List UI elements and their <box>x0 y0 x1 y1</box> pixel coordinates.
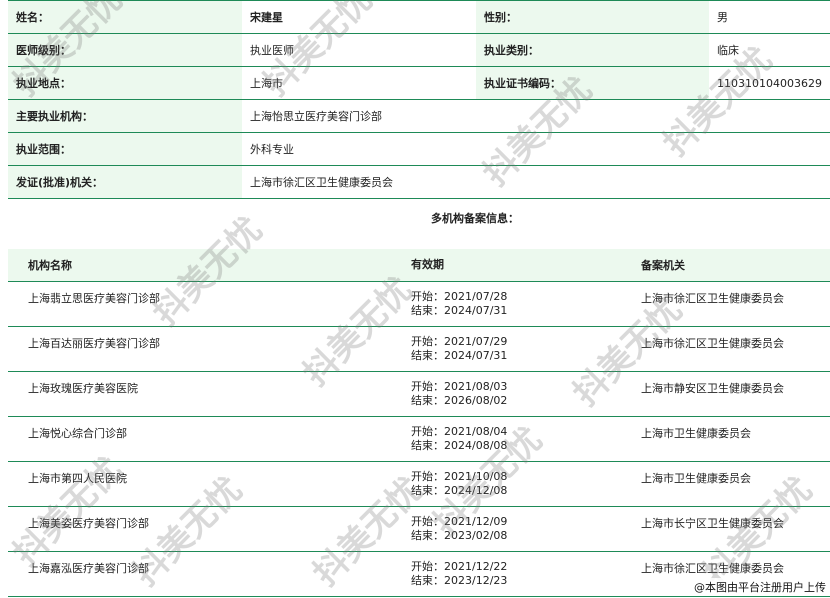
validity-end: 结束：2023/02/08 <box>411 529 508 542</box>
value-location: 上海市 <box>250 77 283 90</box>
table-row: 上海悦心综合门诊部 开始：2021/08/04 结束：2024/08/08 上海市卫生… <box>8 417 830 462</box>
info-row-issuer: 发证(批准)机关： 上海市徐汇区卫生健康委员会 <box>8 166 830 199</box>
value-category: 临床 <box>717 44 739 57</box>
validity-start: 开始：2021/07/28 <box>411 290 508 303</box>
validity: 开始：2021/07/28 结束：2024/07/31 <box>391 282 621 326</box>
authority: 上海市徐汇区卫生健康委员会 <box>641 337 784 350</box>
label-location: 执业地点： <box>8 67 242 99</box>
value-issuer: 上海市徐汇区卫生健康委员会 <box>250 176 393 189</box>
authority: 上海市徐汇区卫生健康委员会 <box>641 292 784 305</box>
validity: 开始：2021/10/08 结束：2024/12/08 <box>391 462 621 506</box>
org-name: 上海百达丽医疗美容门诊部 <box>28 337 160 350</box>
multi-org-table: 机构名称 有效期 备案机关 上海翡立思医疗美容门诊部 开始：2021/07/28 结… <box>8 249 830 597</box>
authority: 上海市静安区卫生健康委员会 <box>641 382 784 395</box>
authority: 上海市卫生健康委员会 <box>641 427 751 440</box>
value-main-org: 上海怡思立医疗美容门诊部 <box>250 110 382 123</box>
validity-end: 结束：2024/07/31 <box>411 304 508 317</box>
validity-end: 结束：2023/12/23 <box>411 574 508 587</box>
org-name: 上海玫瑰医疗美容医院 <box>28 382 138 395</box>
validity-end: 结束：2024/07/31 <box>411 349 508 362</box>
validity: 开始：2021/12/09 结束：2023/02/08 <box>391 507 621 551</box>
org-name: 上海翡立思医疗美容门诊部 <box>28 292 160 305</box>
validity: 开始：2021/07/29 结束：2024/07/31 <box>391 327 621 371</box>
value-cert-code: 110310104003629 <box>717 76 822 90</box>
org-name: 上海市第四人民医院 <box>28 472 127 485</box>
validity-end: 结束：2024/08/08 <box>411 439 508 452</box>
table-row: 上海百达丽医疗美容门诊部 开始：2021/07/29 结束：2024/07/31 上海… <box>8 327 830 372</box>
value-scope: 外科专业 <box>250 143 294 156</box>
info-row-level: 医师级别： 执业医师 执业类别： 临床 <box>8 34 830 67</box>
label-gender: 性别： <box>476 1 709 33</box>
info-row-scope: 执业范围： 外科专业 <box>8 133 830 166</box>
validity-start: 开始：2021/10/08 <box>411 470 508 483</box>
validity-end: 结束：2026/08/02 <box>411 394 508 407</box>
footer-note: @本图由平台注册用户上传 <box>692 578 828 596</box>
value-gender: 男 <box>717 11 728 24</box>
table-row: 上海翡立思医疗美容门诊部 开始：2021/07/28 结束：2024/07/31 上海… <box>8 282 830 327</box>
header-org-name: 机构名称 <box>28 259 72 272</box>
org-name: 上海嘉泓医疗美容门诊部 <box>28 562 149 575</box>
info-row-main-org: 主要执业机构： 上海怡思立医疗美容门诊部 <box>8 100 830 133</box>
label-name: 姓名： <box>8 1 242 33</box>
validity-start: 开始：2021/12/09 <box>411 515 508 528</box>
validity: 开始：2021/12/22 结束：2023/12/23 <box>391 552 621 596</box>
label-cert-code: 执业证书编码： <box>476 67 709 99</box>
table-header: 机构名称 有效期 备案机关 <box>8 249 830 282</box>
label-main-org: 主要执业机构： <box>8 100 242 132</box>
header-authority: 备案机关 <box>641 259 685 272</box>
validity: 开始：2021/08/03 结束：2026/08/02 <box>391 372 621 416</box>
doctor-info-table: 姓名： 宋建星 性别： 男 医师级别： 执业医师 执业类别： 临床 执业地点： … <box>8 0 830 199</box>
value-name: 宋建星 <box>250 11 283 24</box>
authority: 上海市卫生健康委员会 <box>641 472 751 485</box>
validity-start: 开始：2021/07/29 <box>411 335 508 348</box>
value-level: 执业医师 <box>250 44 294 57</box>
validity-start: 开始：2021/12/22 <box>411 560 508 573</box>
validity-start: 开始：2021/08/03 <box>411 380 508 393</box>
label-issuer: 发证(批准)机关： <box>8 166 242 198</box>
validity-start: 开始：2021/08/04 <box>411 425 508 438</box>
table-body: 上海翡立思医疗美容门诊部 开始：2021/07/28 结束：2024/07/31 上海… <box>8 282 830 597</box>
table-row: 上海美姿医疗美容门诊部 开始：2021/12/09 结束：2023/02/08 上海市… <box>8 507 830 552</box>
org-name: 上海美姿医疗美容门诊部 <box>28 517 149 530</box>
label-category: 执业类别： <box>476 34 709 66</box>
org-name: 上海悦心综合门诊部 <box>28 427 127 440</box>
validity-end: 结束：2024/12/08 <box>411 484 508 497</box>
info-row-name: 姓名： 宋建星 性别： 男 <box>8 0 830 34</box>
table-row: 上海市第四人民医院 开始：2021/10/08 结束：2024/12/08 上海市卫生… <box>8 462 830 507</box>
table-row: 上海玫瑰医疗美容医院 开始：2021/08/03 结束：2026/08/02 上海市静… <box>8 372 830 417</box>
validity: 开始：2021/08/04 结束：2024/08/08 <box>391 417 621 461</box>
label-scope: 执业范围： <box>8 133 242 165</box>
info-row-location: 执业地点： 上海市 执业证书编码： 110310104003629 <box>8 67 830 100</box>
label-level: 医师级别： <box>8 34 242 66</box>
header-validity: 有效期 <box>411 258 444 271</box>
multi-org-title: 多机构备案信息： <box>431 212 519 225</box>
authority: 上海市长宁区卫生健康委员会 <box>641 517 784 530</box>
